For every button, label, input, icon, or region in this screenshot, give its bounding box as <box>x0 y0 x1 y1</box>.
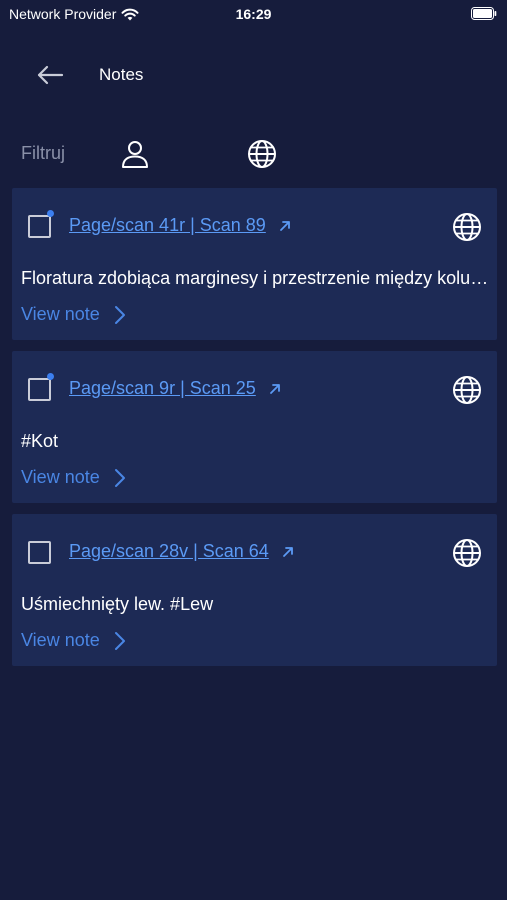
notes-list: Page/scan 41r | Scan 89 Floratura zdobią… <box>12 188 497 666</box>
note-checkbox[interactable] <box>28 541 51 564</box>
note-checkbox[interactable] <box>28 378 51 401</box>
unread-dot <box>47 373 54 380</box>
view-note-label: View note <box>21 467 100 487</box>
globe-icon[interactable] <box>452 538 482 568</box>
note-text: Uśmiechnięty lew. #Lew <box>21 594 214 614</box>
view-note-button[interactable]: View note <box>21 304 126 325</box>
arrow-up-right-icon <box>279 220 290 231</box>
note-text: Floratura zdobiąca marginesy i przestrze… <box>21 268 489 288</box>
note-scan-link-label: Page/scan 28v | Scan 64 <box>69 541 269 561</box>
header: Notes <box>0 52 507 98</box>
view-note-label: View note <box>21 304 100 324</box>
filter-user-button[interactable] <box>116 135 154 173</box>
note-card: Page/scan 41r | Scan 89 Floratura zdobią… <box>12 188 497 340</box>
back-button[interactable] <box>30 60 70 90</box>
chevron-right-icon <box>114 468 125 487</box>
view-note-label: View note <box>21 630 100 650</box>
view-note-button[interactable]: View note <box>21 467 126 488</box>
page-title: Notes <box>99 65 144 84</box>
note-scan-link-label: Page/scan 9r | Scan 25 <box>69 378 256 398</box>
globe-icon <box>248 140 276 168</box>
filter-row: Filtruj <box>0 128 507 178</box>
note-scan-link[interactable]: Page/scan 41r | Scan 89 <box>69 215 292 236</box>
note-scan-link-label: Page/scan 41r | Scan 89 <box>69 215 266 235</box>
battery-icon <box>471 7 497 20</box>
note-scan-link[interactable]: Page/scan 28v | Scan 64 <box>69 541 295 562</box>
chevron-right-icon <box>114 631 125 650</box>
view-note-button[interactable]: View note <box>21 630 126 651</box>
arrow-up-right-icon <box>269 383 280 394</box>
globe-icon[interactable] <box>452 375 482 405</box>
note-checkbox[interactable] <box>28 215 51 238</box>
status-time: 16:29 <box>235 6 272 22</box>
arrow-left-icon <box>37 65 64 85</box>
arrow-up-right-icon <box>282 546 293 557</box>
globe-icon[interactable] <box>452 212 482 242</box>
user-icon <box>122 141 148 168</box>
status-bar: Network Provider 16:29 <box>0 0 507 28</box>
note-card: Page/scan 9r | Scan 25 #Kot View note <box>12 351 497 503</box>
unread-dot <box>47 210 54 217</box>
filter-globe-button[interactable] <box>243 135 281 173</box>
note-text: #Kot <box>21 431 59 451</box>
note-card: Page/scan 28v | Scan 64 Uśmiechnięty lew… <box>12 514 497 666</box>
note-scan-link[interactable]: Page/scan 9r | Scan 25 <box>69 378 282 399</box>
filter-label: Filtruj <box>21 143 65 163</box>
chevron-right-icon <box>114 305 125 324</box>
